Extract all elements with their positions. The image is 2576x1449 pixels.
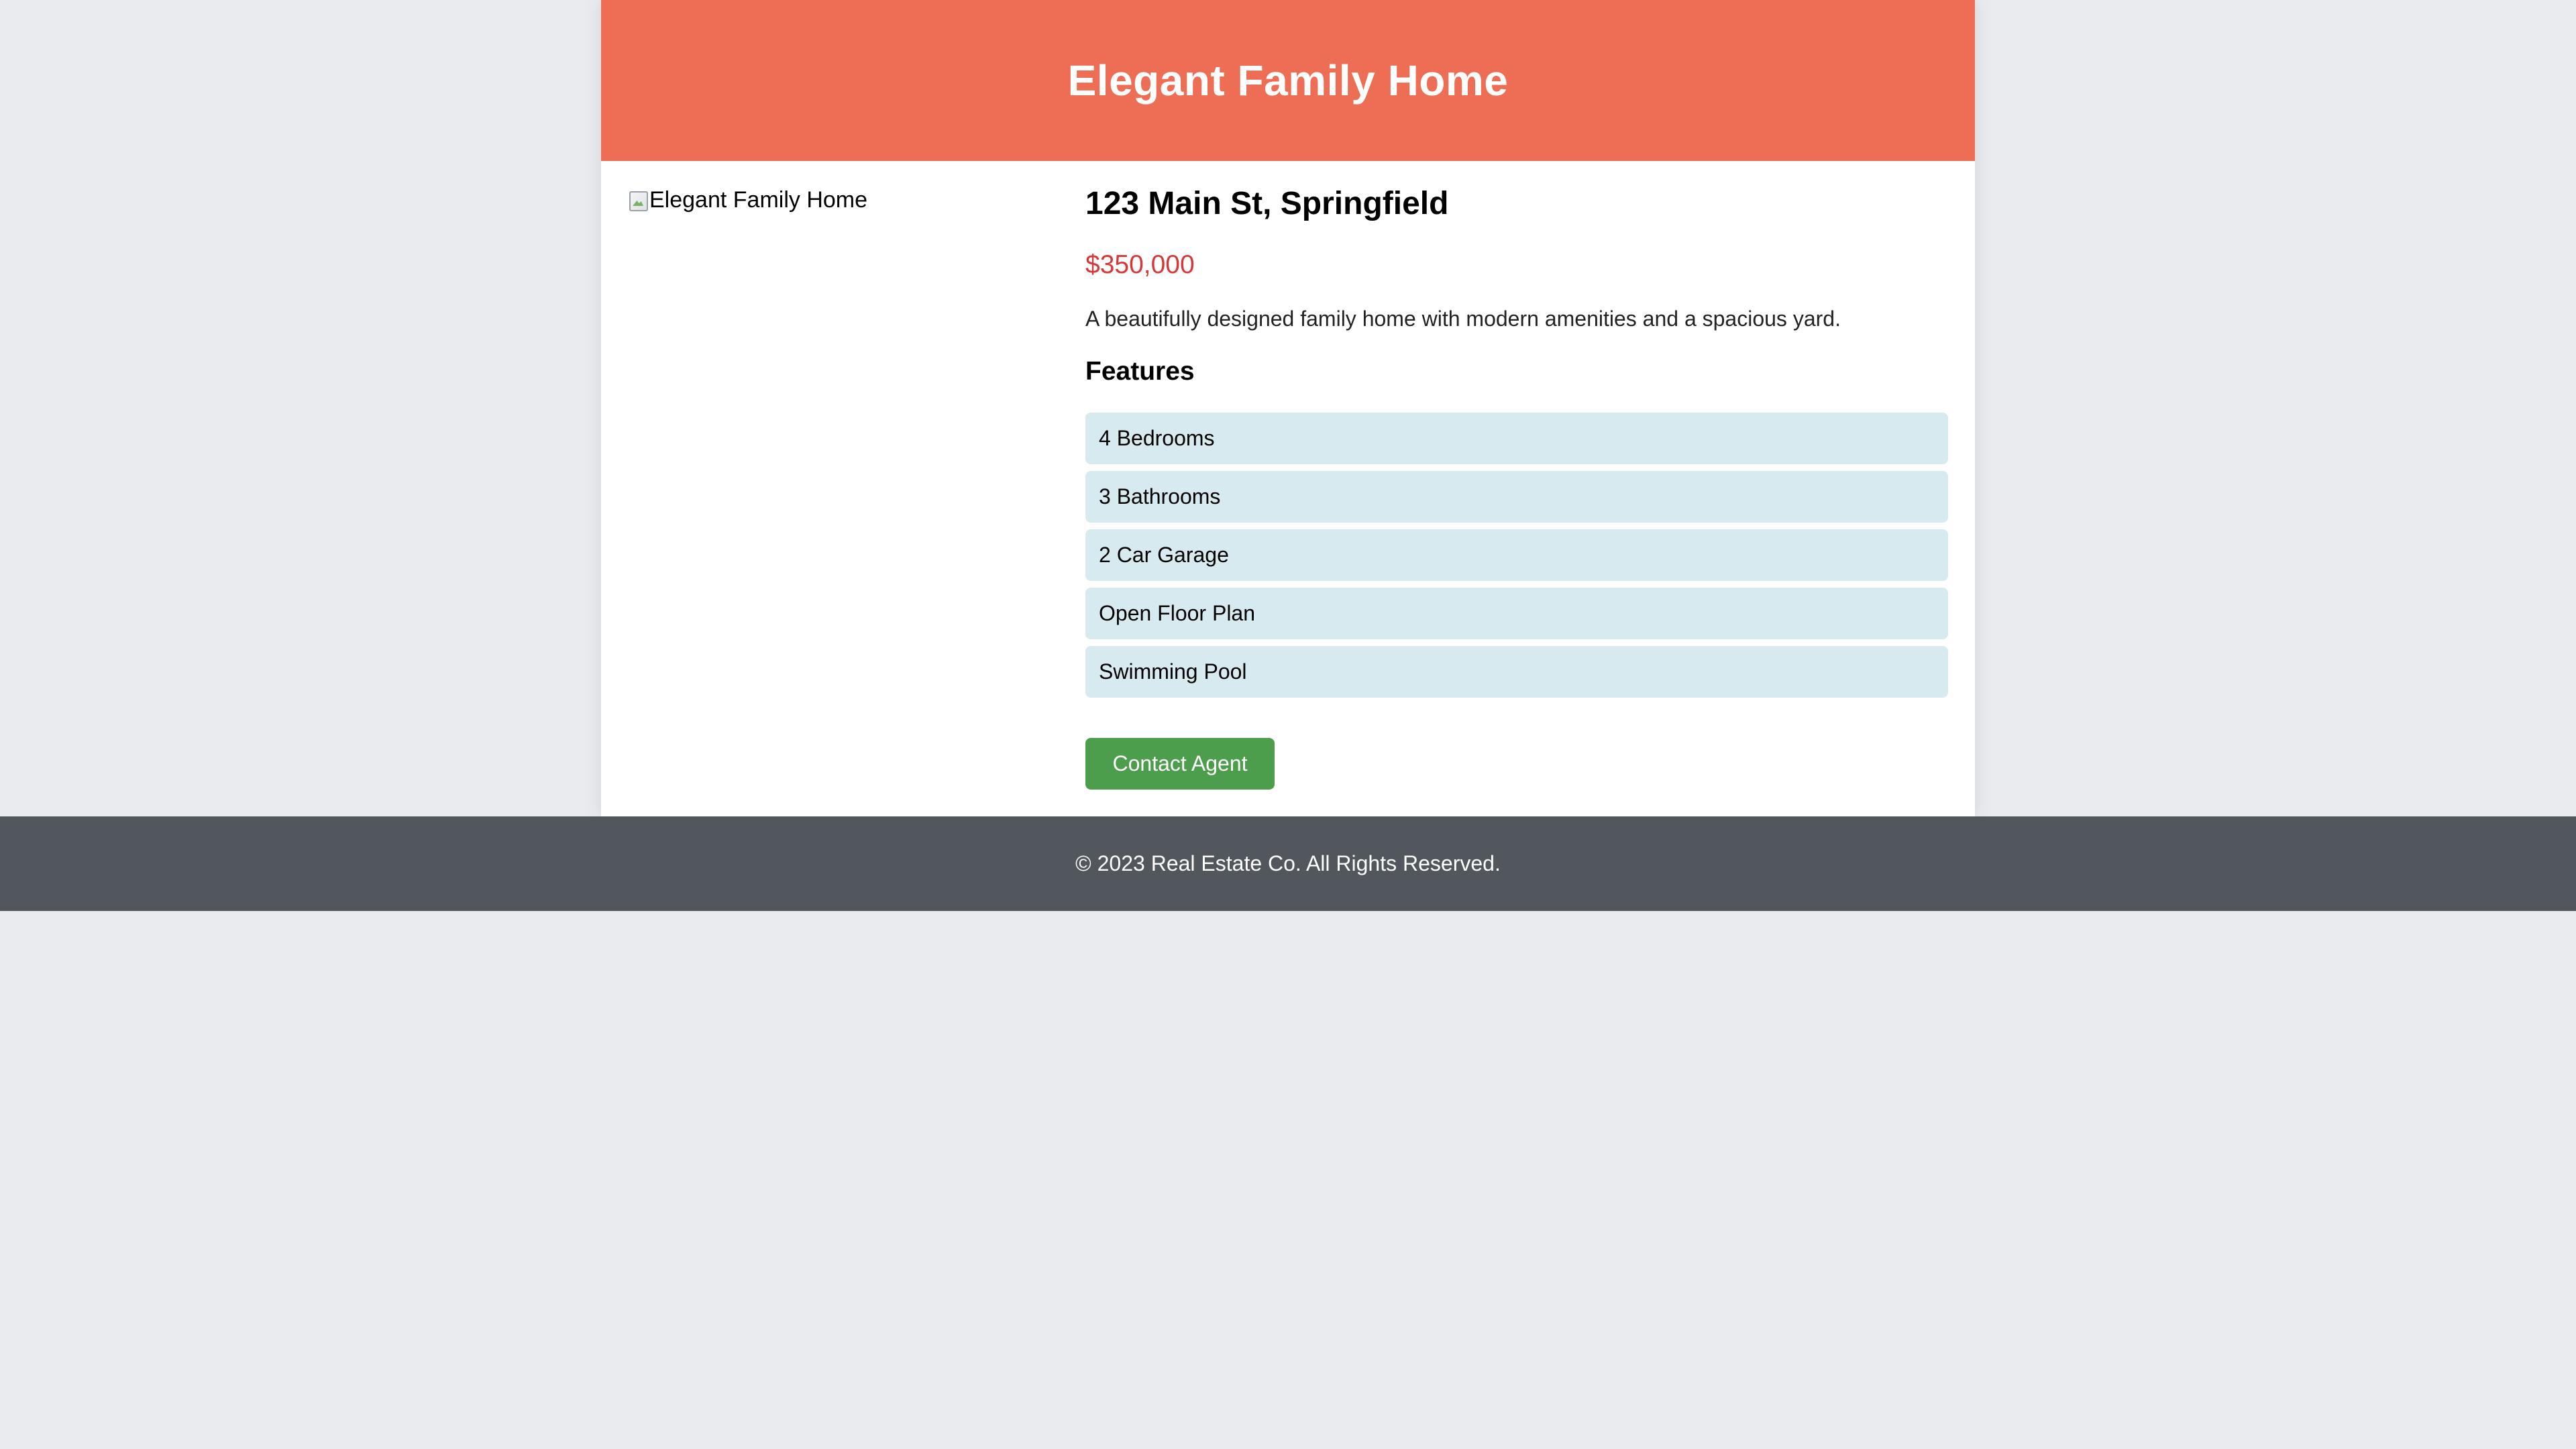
- listing-page: Elegant Family Home Elegant Family Home …: [601, 0, 1975, 816]
- page-footer: © 2023 Real Estate Co. All Rights Reserv…: [0, 816, 2576, 911]
- features-list: 4 Bedrooms 3 Bathrooms 2 Car Garage Open…: [1085, 413, 1948, 704]
- page-title: Elegant Family Home: [1067, 56, 1509, 105]
- property-image-alt-text: Elegant Family Home: [649, 187, 868, 213]
- contact-agent-button[interactable]: Contact Agent: [1085, 738, 1275, 790]
- property-image: Elegant Family Home: [628, 185, 1057, 215]
- feature-item-bedrooms: 4 Bedrooms: [1085, 413, 1948, 464]
- footer-copyright: © 2023 Real Estate Co. All Rights Reserv…: [1075, 851, 1501, 875]
- property-description: A beautifully designed family home with …: [1085, 307, 1841, 331]
- broken-image-icon: [628, 189, 648, 211]
- feature-item-bathrooms: 3 Bathrooms: [1085, 471, 1948, 523]
- feature-item-pool: Swimming Pool: [1085, 646, 1948, 698]
- property-address: 123 Main St, Springfield: [1085, 186, 1449, 221]
- property-price: $350,000: [1085, 250, 1195, 279]
- feature-item-garage: 2 Car Garage: [1085, 529, 1948, 581]
- property-image-column: Elegant Family Home: [628, 185, 1057, 215]
- page-header: Elegant Family Home: [601, 0, 1975, 161]
- features-heading: Features: [1085, 357, 1195, 386]
- feature-item-floor-plan: Open Floor Plan: [1085, 588, 1948, 639]
